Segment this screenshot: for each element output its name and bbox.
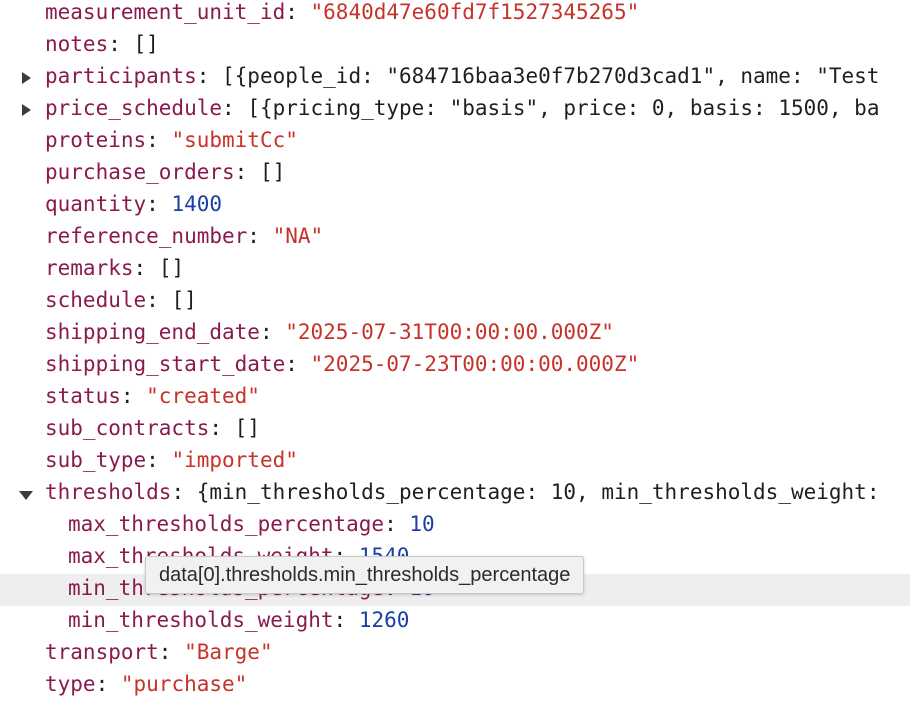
property-key: notes xyxy=(45,32,109,56)
property-key: schedule xyxy=(45,288,147,312)
property-key: type xyxy=(45,672,96,696)
property-key: min_thresholds_weight xyxy=(68,608,334,632)
property-value: [{pricing_type: "basis", price: 0, basis… xyxy=(247,96,880,120)
property-key: shipping_end_date xyxy=(45,320,260,344)
property-value: [] xyxy=(158,256,185,280)
property-key: status xyxy=(45,384,121,408)
property-row-status[interactable]: status: "created" xyxy=(0,382,910,414)
property-row-sub-contracts[interactable]: sub_contracts: [] xyxy=(0,414,910,446)
property-row-proteins[interactable]: proteins: "submitCc" xyxy=(0,126,910,158)
property-row-notes[interactable]: notes: [] xyxy=(0,30,910,62)
property-key: participants xyxy=(45,64,197,88)
property-value: "purchase" xyxy=(120,672,248,696)
property-row-schedule[interactable]: schedule: [] xyxy=(0,286,910,318)
property-key: purchase_orders xyxy=(45,160,235,184)
property-row-min-thresholds-weight[interactable]: min_thresholds_weight: 1260 xyxy=(0,606,910,638)
property-value: "Barge" xyxy=(184,640,273,664)
property-row-shipping-end-date[interactable]: shipping_end_date: "2025-07-31T00:00:00.… xyxy=(0,318,910,350)
property-key: reference_number xyxy=(45,224,248,248)
property-row-measurement-unit-id[interactable]: measurement_unit_id: "6840d47e60fd7f1527… xyxy=(0,0,910,30)
property-row-price-schedule[interactable]: price_schedule: [{pricing_type: "basis",… xyxy=(0,94,910,126)
property-row-sub-type[interactable]: sub_type: "imported" xyxy=(0,446,910,478)
property-row-quantity[interactable]: quantity: 1400 xyxy=(0,190,910,222)
property-key: remarks xyxy=(45,256,134,280)
property-value: 1260 xyxy=(358,608,410,632)
property-row-remarks[interactable]: remarks: [] xyxy=(0,254,910,286)
property-value: {min_thresholds_percentage: 10, min_thre… xyxy=(196,480,880,504)
property-value: "submitCc" xyxy=(171,128,298,152)
property-value: 10 xyxy=(409,512,435,536)
property-value: "2025-07-23T00:00:00.000Z" xyxy=(310,352,640,376)
property-row-shipping-start-date[interactable]: shipping_start_date: "2025-07-23T00:00:0… xyxy=(0,350,910,382)
property-row-reference-number[interactable]: reference_number: "NA" xyxy=(0,222,910,254)
property-value: 1400 xyxy=(171,192,223,216)
property-key: sub_type xyxy=(45,448,147,472)
object-tree: measurement_unit_id: "6840d47e60fd7f1527… xyxy=(0,0,910,704)
property-row-thresholds[interactable]: thresholds: {min_thresholds_percentage: … xyxy=(0,478,910,510)
property-value: "imported" xyxy=(171,448,298,472)
property-value: "created" xyxy=(146,384,260,408)
property-key: price_schedule xyxy=(45,96,223,120)
property-key: thresholds xyxy=(45,480,172,504)
property-row-purchase-orders[interactable]: purchase_orders: [] xyxy=(0,158,910,190)
property-path-tooltip: data[0].thresholds.min_thresholds_percen… xyxy=(145,556,585,594)
property-key: measurement_unit_id xyxy=(45,0,286,24)
property-value: [] xyxy=(133,32,159,56)
property-key: quantity xyxy=(45,192,147,216)
property-value: [{people_id: "684716baa3e0f7b270d3cad1",… xyxy=(222,64,880,88)
property-row-max-thresholds-percentage[interactable]: max_thresholds_percentage: 10 xyxy=(0,510,910,542)
property-key: shipping_start_date xyxy=(45,352,286,376)
property-value: "NA" xyxy=(272,224,324,248)
property-value: [] xyxy=(234,416,260,440)
property-value: "2025-07-31T00:00:00.000Z" xyxy=(285,320,614,344)
property-row-type[interactable]: type: "purchase" xyxy=(0,670,910,702)
property-row-participants[interactable]: participants: [{people_id: "684716baa3e0… xyxy=(0,62,910,94)
property-key: proteins xyxy=(45,128,147,152)
property-key: transport xyxy=(45,640,159,664)
property-value: [] xyxy=(171,288,197,312)
expand-arrow-icon[interactable] xyxy=(22,72,31,84)
property-key: sub_contracts xyxy=(45,416,210,440)
property-key: max_thresholds_percentage xyxy=(68,512,385,536)
property-value: [] xyxy=(259,160,286,184)
collapse-arrow-icon[interactable] xyxy=(19,491,33,500)
property-value: "6840d47e60fd7f1527345265" xyxy=(310,0,640,24)
property-row-transport[interactable]: transport: "Barge" xyxy=(0,638,910,670)
expand-arrow-icon[interactable] xyxy=(22,104,31,116)
